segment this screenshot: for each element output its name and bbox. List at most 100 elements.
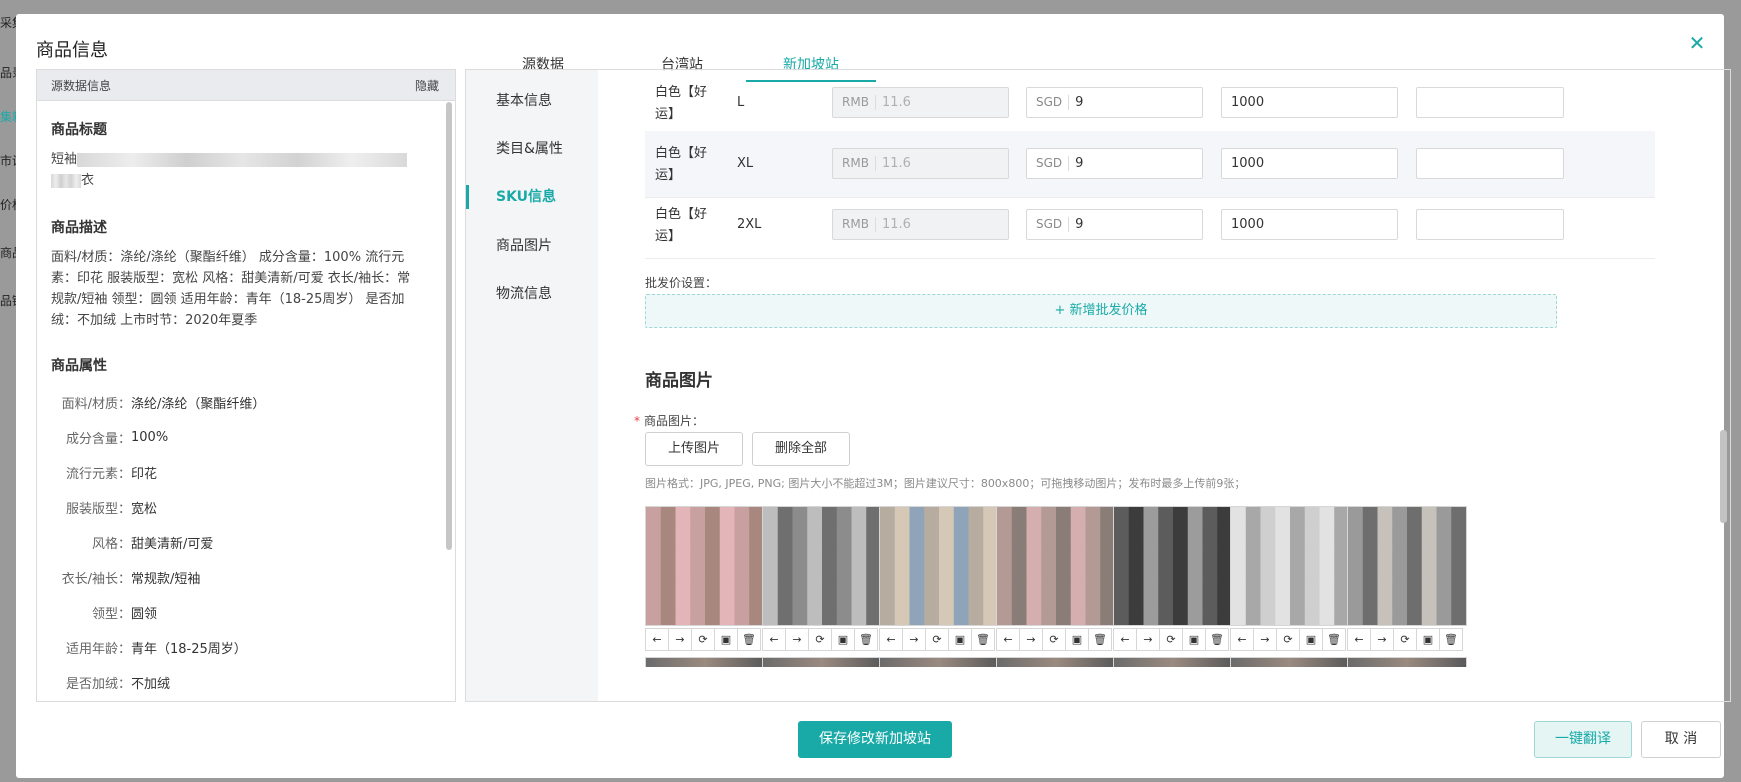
photo-pixel	[1114, 536, 1130, 552]
image-icon[interactable]: ▣	[714, 628, 738, 651]
source-desc-heading: 商品描述	[51, 220, 107, 236]
image-icon[interactable]: ▣	[1299, 628, 1323, 651]
close-icon[interactable]: ✕	[1686, 32, 1708, 54]
arrow-right-icon[interactable]: →	[902, 628, 926, 651]
save-singapore-button[interactable]: 保存修改新加坡站	[798, 721, 952, 758]
sku-row: 白色【好运】 XL RMB 11.6 SGD 9 1000	[645, 131, 1655, 198]
product-image-4[interactable]	[996, 506, 1116, 626]
add-wholesale-price-button[interactable]: + 新增批发价格	[645, 294, 1557, 328]
photo-pixel	[1392, 566, 1408, 582]
nav-product-images[interactable]: 商品图片	[466, 231, 598, 261]
arrow-left-icon[interactable]: ←	[1230, 628, 1254, 651]
image-icon[interactable]: ▣	[831, 628, 855, 651]
upload-image-button[interactable]: 上传图片	[645, 432, 743, 466]
nav-logistics-info[interactable]: 物流信息	[466, 279, 598, 309]
arrow-right-icon[interactable]: →	[1370, 628, 1394, 651]
delete-all-images-button[interactable]: 删除全部	[752, 432, 850, 466]
product-image-1[interactable]	[645, 506, 765, 626]
cost-price-field: RMB 11.6	[832, 209, 1009, 240]
arrow-left-icon[interactable]: ←	[996, 628, 1020, 651]
arrow-left-icon[interactable]: ←	[1113, 628, 1137, 651]
arrow-right-icon[interactable]: →	[785, 628, 809, 651]
photo-pixel	[851, 551, 867, 567]
attr-key: 流行元素：	[65, 467, 131, 482]
translate-all-button[interactable]: 一键翻译	[1534, 721, 1632, 758]
arrow-right-icon[interactable]: →	[1136, 628, 1160, 651]
trash-icon[interactable]: 🗑	[737, 628, 761, 651]
trash-icon[interactable]: 🗑	[971, 628, 995, 651]
product-image-6[interactable]	[1230, 506, 1350, 626]
next-row-image[interactable]	[1113, 657, 1233, 667]
nav-category-attributes[interactable]: 类目&属性	[466, 134, 598, 164]
cancel-button[interactable]: 取 消	[1641, 721, 1721, 758]
next-row-image[interactable]	[645, 657, 765, 667]
sale-price-input[interactable]: SGD 9	[1026, 87, 1203, 118]
arrow-right-icon[interactable]: →	[1253, 628, 1277, 651]
editor-scrollbar[interactable]	[1720, 430, 1727, 523]
image-icon[interactable]: ▣	[1065, 628, 1089, 651]
sale-price-input[interactable]: SGD 9	[1026, 209, 1203, 240]
product-image-7[interactable]	[1347, 506, 1467, 626]
photo-pixel	[1348, 580, 1364, 597]
rotate-icon[interactable]: ⟳	[808, 628, 832, 651]
photo-pixel	[1041, 610, 1057, 625]
arrow-right-icon[interactable]: →	[1019, 628, 1043, 651]
next-row-image[interactable]	[879, 657, 999, 667]
product-image-5[interactable]	[1113, 506, 1233, 626]
photo-pixel	[1407, 551, 1423, 567]
trash-icon[interactable]: 🗑	[854, 628, 878, 651]
stock-input[interactable]: 1000	[1221, 87, 1398, 118]
next-row-image[interactable]	[1347, 657, 1467, 667]
product-image-2[interactable]	[762, 506, 882, 626]
arrow-left-icon[interactable]: ←	[645, 628, 669, 651]
rotate-icon[interactable]: ⟳	[925, 628, 949, 651]
next-row-image[interactable]	[996, 657, 1116, 667]
next-row-image[interactable]	[762, 657, 882, 667]
rotate-icon[interactable]: ⟳	[691, 628, 715, 651]
rotate-icon[interactable]: ⟳	[1159, 628, 1183, 651]
photo-pixel	[763, 580, 779, 597]
trash-icon[interactable]: 🗑	[1205, 628, 1229, 651]
arrow-left-icon[interactable]: ←	[762, 628, 786, 651]
arrow-left-icon[interactable]: ←	[879, 628, 903, 651]
image-toolbar: ← → ⟳ ▣ 🗑	[879, 628, 999, 651]
sku-code-input[interactable]	[1416, 209, 1564, 240]
image-icon[interactable]: ▣	[948, 628, 972, 651]
sale-price-input[interactable]: SGD 9	[1026, 148, 1203, 179]
image-upload-hint: 图片格式：JPG, JPEG, PNG; 图片大小不能超过3M；图片建议尺寸：8…	[645, 477, 1246, 490]
nav-basic-info[interactable]: 基本信息	[466, 86, 598, 116]
photo-pixel	[1056, 507, 1072, 523]
photo-pixel	[909, 521, 925, 538]
trash-icon[interactable]: 🗑	[1322, 628, 1346, 651]
photo-pixel	[1392, 551, 1408, 567]
rotate-icon[interactable]: ⟳	[1042, 628, 1066, 651]
hide-source-button[interactable]: 隐藏	[415, 77, 439, 94]
source-scrollbar[interactable]	[446, 102, 452, 550]
photo-pixel	[1085, 566, 1101, 582]
arrow-left-icon[interactable]: ←	[1347, 628, 1371, 651]
nav-sku-info[interactable]: SKU信息	[466, 182, 598, 212]
product-image-3[interactable]	[879, 506, 999, 626]
photo-pixel	[953, 566, 970, 582]
photo-pixel	[1304, 610, 1321, 625]
rotate-icon[interactable]: ⟳	[1393, 628, 1417, 651]
photo-pixel	[968, 595, 984, 611]
photo-pixel	[1436, 521, 1452, 538]
trash-icon[interactable]: 🗑	[1439, 628, 1463, 651]
arrow-right-icon[interactable]: →	[668, 628, 692, 651]
sku-code-input[interactable]	[1416, 87, 1564, 118]
trash-icon[interactable]: 🗑	[1088, 628, 1112, 651]
photo-pixel	[1392, 536, 1408, 552]
photo-pixel	[836, 551, 853, 567]
stock-input[interactable]: 1000	[1221, 209, 1398, 240]
next-row-image[interactable]	[1230, 657, 1350, 667]
photo-pixel	[1362, 521, 1379, 538]
image-icon[interactable]: ▣	[1182, 628, 1206, 651]
image-icon[interactable]: ▣	[1416, 628, 1440, 651]
modal-title: 商品信息	[36, 40, 108, 61]
photo-pixel	[1348, 566, 1364, 582]
sku-code-input[interactable]	[1416, 148, 1564, 179]
stock-input[interactable]: 1000	[1221, 148, 1398, 179]
photo-pixel	[1421, 610, 1438, 625]
rotate-icon[interactable]: ⟳	[1276, 628, 1300, 651]
